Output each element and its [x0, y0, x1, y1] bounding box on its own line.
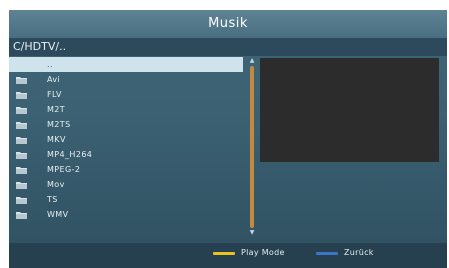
list-item-label: MKV	[47, 135, 66, 144]
play-mode-color-key	[213, 252, 235, 255]
page-title: Musik	[208, 16, 248, 31]
media-browser-screen: Musik C/HDTV/.. .. Avi FLV M2T M2TS MKV …	[9, 10, 447, 268]
list-item-mp4-h264[interactable]: MP4_H264	[9, 147, 243, 162]
list-item-label: MP4_H264	[47, 150, 93, 159]
list-item-label: MPEG-2	[47, 165, 81, 174]
back-label[interactable]: Zurück	[344, 246, 374, 260]
list-item-avi[interactable]: Avi	[9, 72, 243, 87]
list-item-label: ..	[47, 60, 53, 69]
list-item-label: Mov	[47, 180, 65, 189]
list-scrollbar[interactable]: ▲ ▼	[248, 57, 256, 237]
folder-icon	[16, 212, 27, 219]
list-item-flv[interactable]: FLV	[9, 87, 243, 102]
back-color-key	[316, 252, 338, 255]
list-item-mov[interactable]: Mov	[9, 177, 243, 192]
list-item-label: WMV	[47, 210, 69, 219]
title-bar: Musik	[9, 10, 447, 38]
current-path: C/HDTV/..	[13, 40, 67, 53]
list-item-label: M2T	[47, 105, 66, 114]
list-item-label: Avi	[47, 75, 61, 84]
folder-icon	[16, 122, 27, 129]
folder-icon	[16, 137, 27, 144]
folder-icon	[16, 77, 27, 84]
folder-icon	[16, 152, 27, 159]
folder-icon	[16, 107, 27, 114]
list-item-parent[interactable]: ..	[9, 57, 243, 72]
folder-icon	[16, 167, 27, 174]
list-item-m2ts[interactable]: M2TS	[9, 117, 243, 132]
list-item-label: FLV	[47, 90, 62, 99]
list-item-label: M2TS	[47, 120, 71, 129]
list-item-mkv[interactable]: MKV	[9, 132, 243, 147]
preview-pane	[260, 58, 439, 162]
list-item-label: TS	[47, 195, 58, 204]
list-item-ts[interactable]: TS	[9, 192, 243, 207]
list-item-wmv[interactable]: WMV	[9, 207, 243, 222]
list-item-m2t[interactable]: M2T	[9, 102, 243, 117]
footer-bar	[9, 243, 447, 268]
folder-icon	[16, 182, 27, 189]
list-item-mpeg-2[interactable]: MPEG-2	[9, 162, 243, 177]
folder-icon	[16, 92, 27, 99]
scroll-thumb[interactable]	[250, 66, 254, 228]
play-mode-label[interactable]: Play Mode	[241, 246, 285, 260]
scroll-down-icon[interactable]: ▼	[248, 229, 256, 237]
file-list: .. Avi FLV M2T M2TS MKV MP4_H264 MPEG-2 …	[9, 57, 247, 237]
path-bar: C/HDTV/..	[9, 38, 447, 56]
folder-icon	[16, 197, 27, 204]
scroll-up-icon[interactable]: ▲	[248, 57, 256, 65]
